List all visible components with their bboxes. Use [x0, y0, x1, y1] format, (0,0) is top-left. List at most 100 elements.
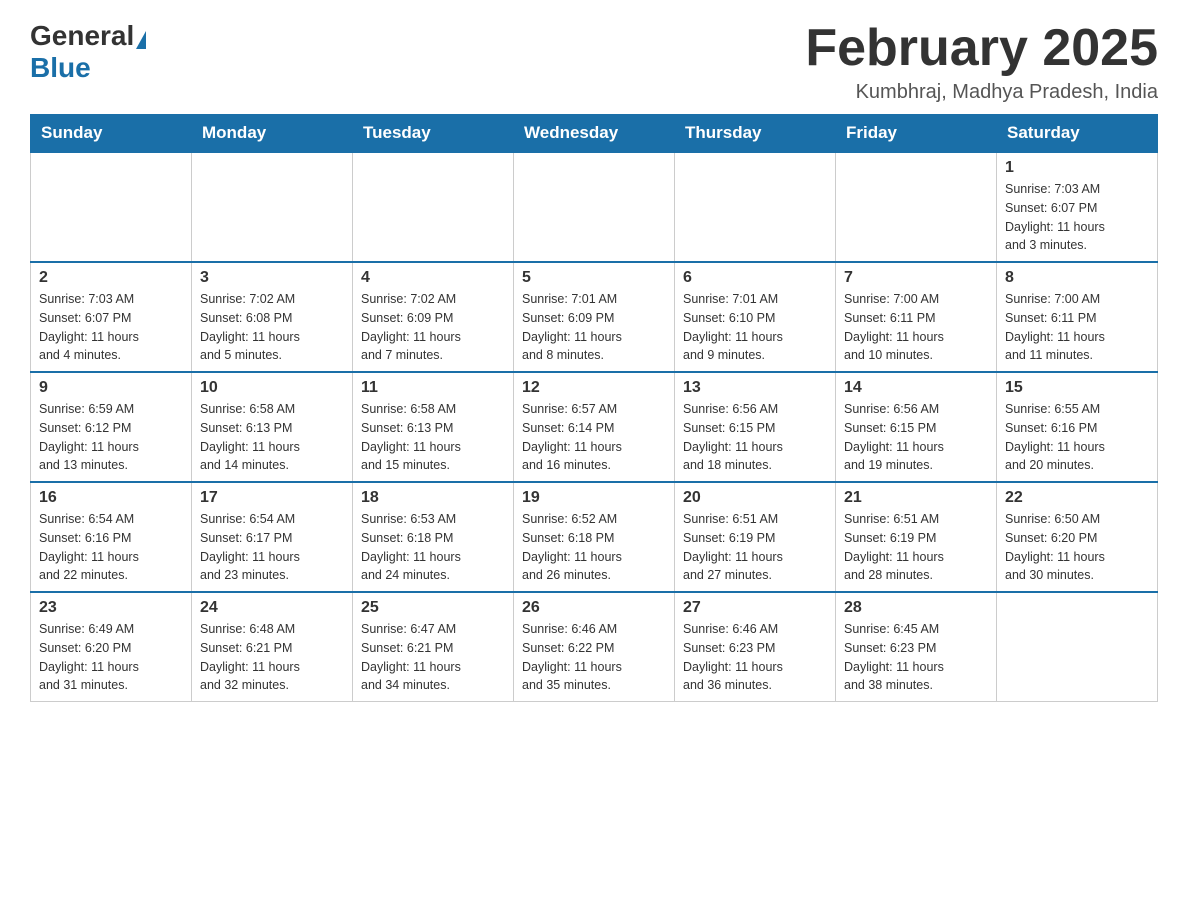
- calendar-cell: 16 Sunrise: 6:54 AM Sunset: 6:16 PM Dayli…: [31, 482, 192, 592]
- day-info: Sunrise: 6:49 AM Sunset: 6:20 PM Dayligh…: [39, 620, 183, 695]
- calendar-cell: 3 Sunrise: 7:02 AM Sunset: 6:08 PM Daylig…: [192, 262, 353, 372]
- day-info: Sunrise: 7:03 AM Sunset: 6:07 PM Dayligh…: [39, 290, 183, 365]
- day-info: Sunrise: 6:45 AM Sunset: 6:23 PM Dayligh…: [844, 620, 988, 695]
- day-number: 18: [361, 489, 505, 507]
- day-info: Sunrise: 6:54 AM Sunset: 6:16 PM Dayligh…: [39, 510, 183, 585]
- calendar-cell: 13Sunrise: 6:56 AM Sunset: 6:15 PM Dayli…: [675, 372, 836, 482]
- day-number: 13: [683, 379, 827, 397]
- calendar-cell: 10Sunrise: 6:58 AM Sunset: 6:13 PM Dayli…: [192, 372, 353, 482]
- logo: General Blue: [30, 20, 148, 84]
- calendar-cell: 8 Sunrise: 7:00 AM Sunset: 6:11 PM Daylig…: [997, 262, 1158, 372]
- day-number: 1: [1005, 159, 1149, 177]
- calendar-cell: 24 Sunrise: 6:48 AM Sunset: 6:21 PM Dayli…: [192, 592, 353, 702]
- calendar-week-4: 16 Sunrise: 6:54 AM Sunset: 6:16 PM Dayli…: [31, 482, 1158, 592]
- day-info: Sunrise: 6:51 AM Sunset: 6:19 PM Dayligh…: [844, 510, 988, 585]
- page-header: General Blue February 2025 Kumbhraj, Mad…: [30, 20, 1158, 104]
- day-info: Sunrise: 6:47 AM Sunset: 6:21 PM Dayligh…: [361, 620, 505, 695]
- logo-general-text: General: [30, 20, 134, 52]
- day-number: 3: [200, 269, 344, 287]
- calendar-cell: 15 Sunrise: 6:55 AM Sunset: 6:16 PM Dayli…: [997, 372, 1158, 482]
- weekday-header-row: SundayMondayTuesdayWednesdayThursdayFrid…: [31, 115, 1158, 153]
- day-info: Sunrise: 7:01 AM Sunset: 6:09 PM Dayligh…: [522, 290, 666, 365]
- logo-arrow-icon: [136, 31, 146, 49]
- calendar-week-3: 9Sunrise: 6:59 AM Sunset: 6:12 PM Daylig…: [31, 372, 1158, 482]
- day-info: Sunrise: 6:51 AM Sunset: 6:19 PM Dayligh…: [683, 510, 827, 585]
- calendar-cell: 22Sunrise: 6:50 AM Sunset: 6:20 PM Dayli…: [997, 482, 1158, 592]
- calendar-cell: [353, 152, 514, 262]
- day-info: Sunrise: 6:48 AM Sunset: 6:21 PM Dayligh…: [200, 620, 344, 695]
- day-info: Sunrise: 7:02 AM Sunset: 6:09 PM Dayligh…: [361, 290, 505, 365]
- month-title: February 2025: [805, 20, 1158, 77]
- logo-blue-text: Blue: [30, 52, 91, 84]
- day-number: 12: [522, 379, 666, 397]
- weekday-header-thursday: Thursday: [675, 115, 836, 153]
- day-number: 24: [200, 599, 344, 617]
- calendar-cell: [514, 152, 675, 262]
- weekday-header-tuesday: Tuesday: [353, 115, 514, 153]
- calendar-cell: 20 Sunrise: 6:51 AM Sunset: 6:19 PM Dayli…: [675, 482, 836, 592]
- day-number: 23: [39, 599, 183, 617]
- calendar-cell: 27 Sunrise: 6:46 AM Sunset: 6:23 PM Dayli…: [675, 592, 836, 702]
- calendar-cell: [192, 152, 353, 262]
- calendar-cell: 1 Sunrise: 7:03 AM Sunset: 6:07 PM Daylig…: [997, 152, 1158, 262]
- day-number: 5: [522, 269, 666, 287]
- day-number: 2: [39, 269, 183, 287]
- day-info: Sunrise: 7:03 AM Sunset: 6:07 PM Dayligh…: [1005, 180, 1149, 255]
- weekday-header-friday: Friday: [836, 115, 997, 153]
- day-number: 9: [39, 379, 183, 397]
- calendar-cell: 5 Sunrise: 7:01 AM Sunset: 6:09 PM Daylig…: [514, 262, 675, 372]
- day-number: 28: [844, 599, 988, 617]
- day-info: Sunrise: 7:01 AM Sunset: 6:10 PM Dayligh…: [683, 290, 827, 365]
- day-info: Sunrise: 7:00 AM Sunset: 6:11 PM Dayligh…: [1005, 290, 1149, 365]
- calendar-cell: [31, 152, 192, 262]
- calendar-cell: 4 Sunrise: 7:02 AM Sunset: 6:09 PM Daylig…: [353, 262, 514, 372]
- day-number: 14: [844, 379, 988, 397]
- day-number: 16: [39, 489, 183, 507]
- title-area: February 2025 Kumbhraj, Madhya Pradesh, …: [805, 20, 1158, 104]
- calendar-cell: 14 Sunrise: 6:56 AM Sunset: 6:15 PM Dayli…: [836, 372, 997, 482]
- day-info: Sunrise: 6:53 AM Sunset: 6:18 PM Dayligh…: [361, 510, 505, 585]
- day-info: Sunrise: 7:00 AM Sunset: 6:11 PM Dayligh…: [844, 290, 988, 365]
- location-subtitle: Kumbhraj, Madhya Pradesh, India: [805, 81, 1158, 104]
- day-number: 10: [200, 379, 344, 397]
- day-number: 27: [683, 599, 827, 617]
- calendar-week-5: 23 Sunrise: 6:49 AM Sunset: 6:20 PM Dayli…: [31, 592, 1158, 702]
- day-info: Sunrise: 7:02 AM Sunset: 6:08 PM Dayligh…: [200, 290, 344, 365]
- day-info: Sunrise: 6:50 AM Sunset: 6:20 PM Dayligh…: [1005, 510, 1149, 585]
- calendar-week-2: 2 Sunrise: 7:03 AM Sunset: 6:07 PM Daylig…: [31, 262, 1158, 372]
- day-info: Sunrise: 6:55 AM Sunset: 6:16 PM Dayligh…: [1005, 400, 1149, 475]
- calendar-cell: 23 Sunrise: 6:49 AM Sunset: 6:20 PM Dayli…: [31, 592, 192, 702]
- calendar-cell: 11 Sunrise: 6:58 AM Sunset: 6:13 PM Dayli…: [353, 372, 514, 482]
- calendar-cell: 2 Sunrise: 7:03 AM Sunset: 6:07 PM Daylig…: [31, 262, 192, 372]
- calendar-cell: [675, 152, 836, 262]
- day-number: 26: [522, 599, 666, 617]
- calendar-table: SundayMondayTuesdayWednesdayThursdayFrid…: [30, 114, 1158, 702]
- calendar-cell: 26 Sunrise: 6:46 AM Sunset: 6:22 PM Dayli…: [514, 592, 675, 702]
- calendar-cell: 18 Sunrise: 6:53 AM Sunset: 6:18 PM Dayli…: [353, 482, 514, 592]
- calendar-cell: 19Sunrise: 6:52 AM Sunset: 6:18 PM Dayli…: [514, 482, 675, 592]
- day-number: 20: [683, 489, 827, 507]
- calendar-cell: [836, 152, 997, 262]
- calendar-cell: 25 Sunrise: 6:47 AM Sunset: 6:21 PM Dayli…: [353, 592, 514, 702]
- calendar-cell: 21 Sunrise: 6:51 AM Sunset: 6:19 PM Dayli…: [836, 482, 997, 592]
- day-number: 21: [844, 489, 988, 507]
- day-number: 15: [1005, 379, 1149, 397]
- day-info: Sunrise: 6:58 AM Sunset: 6:13 PM Dayligh…: [361, 400, 505, 475]
- day-number: 25: [361, 599, 505, 617]
- weekday-header-monday: Monday: [192, 115, 353, 153]
- calendar-cell: 7Sunrise: 7:00 AM Sunset: 6:11 PM Daylig…: [836, 262, 997, 372]
- calendar-cell: 28 Sunrise: 6:45 AM Sunset: 6:23 PM Dayli…: [836, 592, 997, 702]
- day-number: 17: [200, 489, 344, 507]
- day-info: Sunrise: 6:56 AM Sunset: 6:15 PM Dayligh…: [844, 400, 988, 475]
- day-number: 4: [361, 269, 505, 287]
- day-number: 8: [1005, 269, 1149, 287]
- calendar-cell: 12Sunrise: 6:57 AM Sunset: 6:14 PM Dayli…: [514, 372, 675, 482]
- day-number: 6: [683, 269, 827, 287]
- day-info: Sunrise: 6:46 AM Sunset: 6:22 PM Dayligh…: [522, 620, 666, 695]
- weekday-header-wednesday: Wednesday: [514, 115, 675, 153]
- day-number: 11: [361, 379, 505, 397]
- day-info: Sunrise: 6:46 AM Sunset: 6:23 PM Dayligh…: [683, 620, 827, 695]
- weekday-header-sunday: Sunday: [31, 115, 192, 153]
- calendar-cell: 6 Sunrise: 7:01 AM Sunset: 6:10 PM Daylig…: [675, 262, 836, 372]
- weekday-header-saturday: Saturday: [997, 115, 1158, 153]
